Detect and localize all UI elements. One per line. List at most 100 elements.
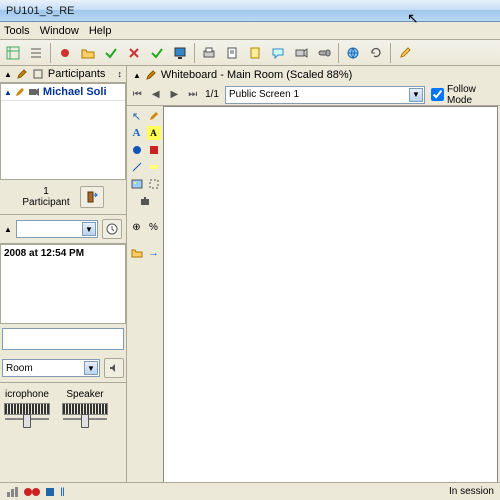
menu-window[interactable]: Window bbox=[40, 25, 79, 37]
chevron-down-icon: ▼ bbox=[84, 361, 98, 375]
chat-input[interactable] bbox=[2, 328, 124, 350]
timestamp-button[interactable] bbox=[102, 219, 122, 239]
image-tool-icon[interactable] bbox=[130, 177, 144, 191]
chevron-down-icon: ▼ bbox=[82, 222, 96, 236]
toolbar-btn-edit-icon[interactable] bbox=[394, 42, 416, 64]
toolbar-btn-folder-icon[interactable] bbox=[77, 42, 99, 64]
next-page-button[interactable]: ▶ bbox=[168, 88, 181, 102]
follow-checkbox[interactable] bbox=[431, 88, 444, 101]
first-page-button[interactable]: ⏮ bbox=[131, 88, 144, 102]
mic-label: icrophone bbox=[5, 389, 49, 400]
left-panel: ▲ Participants ↕ ▲ Michael Soli 1 Partic… bbox=[0, 66, 127, 500]
room-dropdown[interactable]: Room ▼ bbox=[2, 359, 100, 377]
pencil-icon bbox=[15, 87, 25, 97]
menu-help[interactable]: Help bbox=[89, 25, 112, 37]
follow-mode-toggle[interactable]: Follow Mode bbox=[431, 84, 496, 106]
participant-row[interactable]: ▲ Michael Soli bbox=[1, 84, 125, 101]
follow-label: Follow Mode bbox=[447, 84, 496, 106]
activity-icon bbox=[44, 486, 56, 498]
screen-value: Public Screen 1 bbox=[229, 89, 299, 100]
chat-filter-dropdown[interactable]: ▼ bbox=[16, 220, 98, 238]
zoom-out-icon[interactable]: % bbox=[147, 220, 161, 234]
toolbar-separator bbox=[390, 43, 391, 63]
toolbar-separator bbox=[50, 43, 51, 63]
square-tool-icon[interactable] bbox=[147, 143, 161, 157]
status-left-icons: ‖ bbox=[6, 485, 65, 499]
speaker-icon bbox=[108, 362, 120, 374]
clock-icon bbox=[106, 223, 118, 235]
folder-tool-icon[interactable] bbox=[130, 246, 144, 260]
toolbar-btn-layout-icon[interactable] bbox=[2, 42, 24, 64]
collapse-arrow-icon: ▲ bbox=[4, 70, 12, 79]
last-page-button[interactable]: ⏭ bbox=[187, 88, 200, 102]
toolbar-btn-note-icon[interactable] bbox=[244, 42, 266, 64]
menu-tools[interactable]: Tools bbox=[4, 25, 30, 37]
text-tool-icon[interactable]: A bbox=[130, 126, 144, 140]
toolbar-separator bbox=[338, 43, 339, 63]
door-icon bbox=[85, 190, 99, 204]
participant-name: Michael Soli bbox=[43, 86, 107, 98]
line-tool-icon[interactable] bbox=[130, 160, 144, 174]
chat-header: ▲ ▼ bbox=[0, 215, 126, 244]
send-button[interactable] bbox=[104, 358, 124, 378]
toolbar-btn-check2-icon[interactable] bbox=[146, 42, 168, 64]
window-title: PU101_S_RE bbox=[6, 5, 75, 17]
toolbar-btn-monitor-icon[interactable] bbox=[169, 42, 191, 64]
pen-tool-icon[interactable] bbox=[147, 109, 161, 123]
toolbar-btn-x-icon[interactable] bbox=[123, 42, 145, 64]
circle-tool-icon[interactable] bbox=[130, 143, 144, 157]
toolbar-btn-record-icon[interactable] bbox=[54, 42, 76, 64]
room-value: Room bbox=[6, 363, 33, 374]
count-label: Participant bbox=[22, 197, 69, 208]
zoom-in-icon[interactable]: ⊕ bbox=[130, 220, 144, 234]
title-bar: PU101_S_RE ↖ bbox=[0, 0, 500, 22]
toolbar-btn-chat-icon[interactable] bbox=[267, 42, 289, 64]
toolbar-btn-telescope-icon[interactable] bbox=[313, 42, 335, 64]
pencil-icon bbox=[16, 68, 28, 80]
collapse-arrow-icon: ▲ bbox=[4, 225, 12, 234]
participant-controls: 1 Participant bbox=[0, 180, 126, 215]
pointer-tool-icon[interactable]: ↖ bbox=[130, 109, 144, 123]
page-number: 1/1 bbox=[205, 89, 219, 100]
content-area: ▲ Participants ↕ ▲ Michael Soli 1 Partic… bbox=[0, 66, 500, 500]
fill-text-tool-icon[interactable]: A bbox=[147, 126, 161, 140]
chat-timestamp: 2008 at 12:54 PM bbox=[4, 248, 122, 259]
pause-icon[interactable]: ‖ bbox=[60, 485, 65, 499]
participants-list: ▲ Michael Soli bbox=[0, 83, 126, 180]
whiteboard-title: Whiteboard - Main Room (Scaled 88%) bbox=[161, 69, 352, 81]
toolbar-btn-list-icon[interactable] bbox=[25, 42, 47, 64]
whiteboard-tools: ↖ A A bbox=[127, 106, 163, 500]
square-icon bbox=[32, 68, 44, 80]
arrow-tool-icon[interactable]: → bbox=[147, 246, 161, 260]
camera-icon bbox=[28, 87, 40, 97]
speaker-control: Speaker bbox=[62, 389, 108, 420]
toolbar-btn-globe-icon[interactable] bbox=[342, 42, 364, 64]
mic-slider[interactable] bbox=[5, 418, 49, 420]
recording-icon bbox=[24, 486, 40, 498]
collapse-arrow-icon: ▲ bbox=[133, 71, 141, 80]
toolbar-btn-print-icon[interactable] bbox=[198, 42, 220, 64]
status-bar: ‖ In session bbox=[0, 482, 500, 500]
toolbar-separator bbox=[194, 43, 195, 63]
camera-tool-icon[interactable] bbox=[138, 194, 152, 208]
microphone-control: icrophone bbox=[4, 389, 50, 420]
sort-icon[interactable]: ↕ bbox=[118, 69, 123, 79]
audio-controls: icrophone Speaker bbox=[0, 383, 126, 426]
clip-tool-icon[interactable] bbox=[147, 177, 161, 191]
speaker-slider[interactable] bbox=[63, 418, 107, 420]
participants-header[interactable]: ▲ Participants ↕ bbox=[0, 66, 126, 83]
expand-icon: ▲ bbox=[4, 88, 12, 97]
whiteboard-canvas[interactable] bbox=[163, 106, 498, 498]
highlight-tool-icon[interactable] bbox=[147, 160, 161, 174]
screen-dropdown[interactable]: Public Screen 1 ▼ bbox=[225, 86, 425, 104]
toolbar-btn-doc-icon[interactable] bbox=[221, 42, 243, 64]
room-selector-row: Room ▼ bbox=[0, 354, 126, 383]
door-button[interactable] bbox=[80, 186, 104, 208]
chevron-down-icon: ▼ bbox=[409, 88, 423, 102]
speaker-label: Speaker bbox=[66, 389, 103, 400]
whiteboard-title-row: ▲ Whiteboard - Main Room (Scaled 88%) bbox=[127, 66, 500, 84]
toolbar-btn-check-icon[interactable] bbox=[100, 42, 122, 64]
toolbar-btn-refresh-icon[interactable] bbox=[365, 42, 387, 64]
toolbar-btn-camera-icon[interactable] bbox=[290, 42, 312, 64]
prev-page-button[interactable]: ◀ bbox=[150, 88, 163, 102]
